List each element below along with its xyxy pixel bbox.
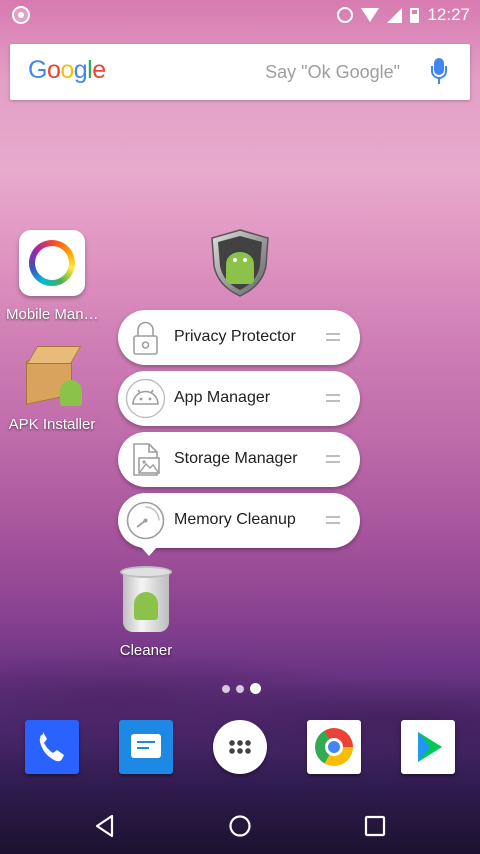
- menu-item-app-manager[interactable]: App Manager: [118, 371, 360, 426]
- signal-icon: [387, 7, 403, 23]
- apk-installer-icon: [22, 342, 82, 408]
- status-time: 12:27: [427, 5, 470, 24]
- google-search-bar[interactable]: Google Say "Ok Google": [10, 44, 470, 100]
- menu-item-privacy-protector[interactable]: Privacy Protector: [118, 310, 360, 365]
- phone-icon[interactable]: [25, 720, 79, 774]
- app-drawer-icon[interactable]: [213, 720, 267, 774]
- app-apk-installer[interactable]: APK Installer: [6, 342, 98, 433]
- search-hint[interactable]: Say "Ok Google": [265, 62, 400, 83]
- recents-icon[interactable]: [361, 812, 389, 840]
- menu-pointer: [140, 546, 158, 556]
- drag-handle-icon[interactable]: [326, 333, 340, 341]
- app-mobile-manager[interactable]: Mobile Man…: [6, 230, 99, 323]
- file-image-icon: [124, 438, 167, 481]
- menu-item-label: App Manager: [174, 389, 271, 406]
- google-logo: Google: [28, 56, 106, 84]
- page-dot-active: [250, 683, 261, 694]
- play-store-icon[interactable]: [401, 720, 455, 774]
- gauge-icon: [124, 499, 167, 542]
- back-icon[interactable]: [91, 812, 119, 840]
- home-icon[interactable]: [226, 812, 254, 840]
- android-shield-icon[interactable]: [208, 228, 272, 298]
- app-label: Mobile Man…: [6, 306, 99, 323]
- status-bar: 12:27: [0, 0, 480, 30]
- page-dot: [236, 684, 244, 693]
- trash-android-icon: [118, 566, 174, 634]
- page-indicator: [222, 683, 261, 694]
- app-label: Cleaner: [119, 642, 173, 659]
- menu-item-label: Storage Manager: [174, 450, 298, 467]
- notification-icon: [12, 6, 30, 24]
- drag-handle-icon[interactable]: [326, 455, 340, 463]
- menu-item-label: Memory Cleanup: [174, 511, 296, 528]
- alarm-icon: [337, 7, 354, 23]
- app-cleaner[interactable]: Cleaner: [106, 566, 186, 659]
- chrome-icon[interactable]: [307, 720, 361, 774]
- menu-item-storage-manager[interactable]: Storage Manager: [118, 432, 360, 487]
- nav-bar: [0, 798, 480, 854]
- battery-icon: [410, 7, 420, 23]
- drag-handle-icon[interactable]: [326, 394, 340, 402]
- drag-handle-icon[interactable]: [326, 516, 340, 524]
- lock-icon: [124, 316, 167, 359]
- menu-item-memory-cleanup[interactable]: Memory Cleanup: [118, 493, 360, 548]
- mic-icon[interactable]: [431, 58, 447, 86]
- wifi-icon: [361, 8, 380, 22]
- app-label: APK Installer: [8, 416, 96, 433]
- android-head-icon: [124, 377, 167, 420]
- page-dot: [222, 684, 230, 693]
- menu-item-label: Privacy Protector: [174, 328, 296, 345]
- mobile-manager-icon: [19, 230, 85, 296]
- messages-icon[interactable]: [119, 720, 173, 774]
